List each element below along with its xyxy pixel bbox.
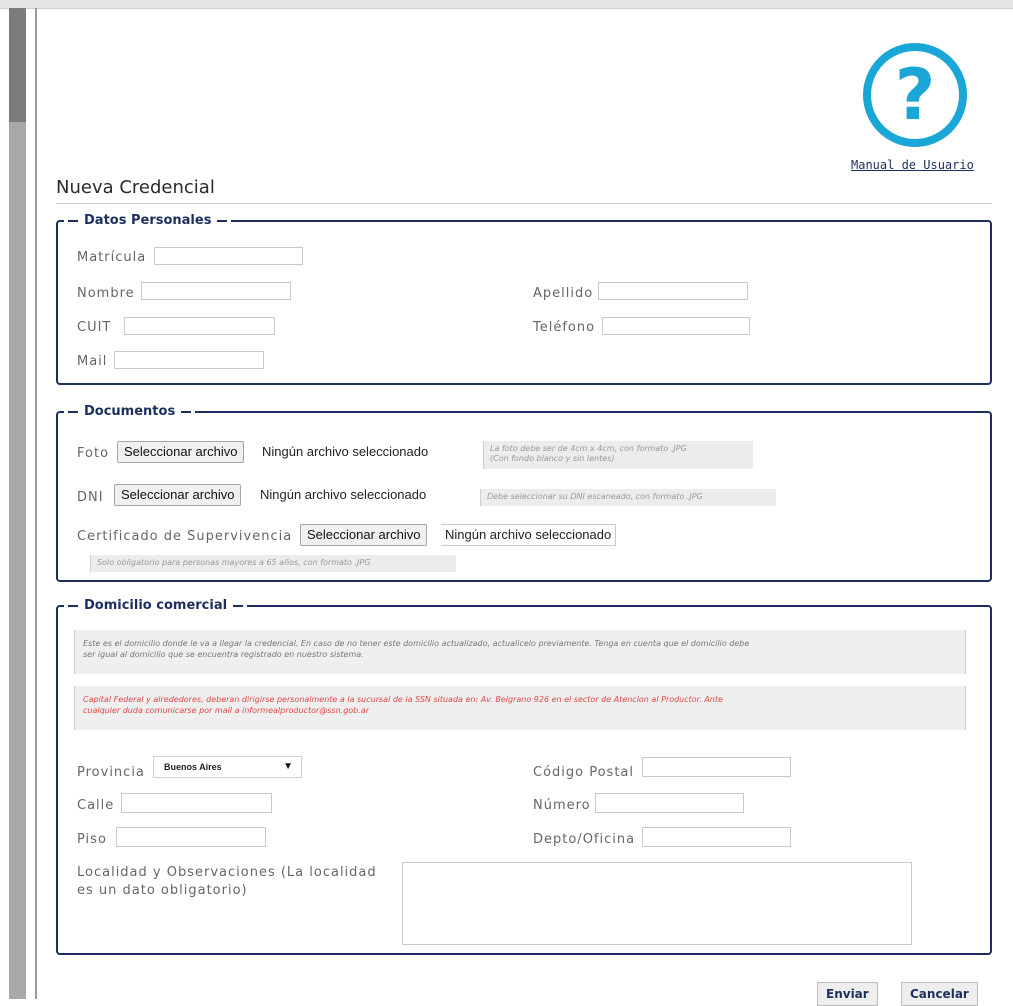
datos-personales-legend: Datos Personales xyxy=(84,213,212,228)
codigo-postal-label: Código Postal xyxy=(533,765,635,780)
numero-input[interactable] xyxy=(595,793,744,813)
nombre-label: Nombre xyxy=(77,286,135,301)
piso-label: Piso xyxy=(77,832,107,847)
enviar-button[interactable]: Enviar xyxy=(817,982,878,1006)
localidad-label: Localidad y Observaciones (La localidad … xyxy=(77,864,377,900)
cuit-input[interactable] xyxy=(124,317,275,335)
certificado-note: Solo obligatorio para personas mayores a… xyxy=(90,555,456,572)
numero-label: Número xyxy=(533,798,591,813)
codigo-postal-input[interactable] xyxy=(642,757,791,777)
localidad-label-line1: Localidad y Observaciones (La localidad xyxy=(77,865,377,880)
localidad-textarea[interactable] xyxy=(402,862,912,945)
title-divider xyxy=(56,203,992,204)
certificado-select-file-button[interactable]: Seleccionar archivo xyxy=(300,524,428,546)
foto-note: La foto debe ser de 4cm x 4cm, con forma… xyxy=(483,441,753,469)
left-scrollbar[interactable] xyxy=(9,8,26,999)
foto-file-status: Ningún archivo seleccionado xyxy=(262,444,429,459)
depto-label: Depto/Oficina xyxy=(533,832,636,847)
calle-input[interactable] xyxy=(121,793,272,813)
dni-label: DNI xyxy=(77,490,104,505)
provincia-selected-value: Buenos Aires xyxy=(164,762,222,772)
cancelar-button[interactable]: Cancelar xyxy=(901,982,978,1006)
domicilio-info-box: Este es el domicilio donde le va a llega… xyxy=(74,630,966,674)
domicilio-info-line2: ser igual al domicilio que se encuentra … xyxy=(83,650,364,659)
documentos-legend: Documentos xyxy=(84,404,176,419)
depto-input[interactable] xyxy=(642,827,791,847)
provincia-select[interactable]: Buenos Aires ▼ xyxy=(153,756,302,778)
apellido-input[interactable] xyxy=(598,282,748,300)
matricula-input[interactable] xyxy=(154,247,303,265)
telefono-input[interactable] xyxy=(602,317,750,335)
foto-label: Foto xyxy=(77,446,110,461)
piso-input[interactable] xyxy=(116,827,266,847)
calle-label: Calle xyxy=(77,798,115,813)
domicilio-warning-box: Capital Federal y alrededores, deberan d… xyxy=(74,686,966,730)
certificado-file-status: Ningún archivo seleccionado xyxy=(441,524,617,546)
left-border-line xyxy=(35,8,37,999)
question-mark-glyph: ? xyxy=(894,54,936,136)
scrollbar-thumb[interactable] xyxy=(9,8,26,122)
domicilio-info-line1: Este es el domicilio donde le va a llega… xyxy=(83,639,750,648)
domicilio-legend: Domicilio comercial xyxy=(84,598,228,613)
foto-select-file-button[interactable]: Seleccionar archivo xyxy=(117,441,245,463)
foto-note-line1: La foto debe ser de 4cm x 4cm, con forma… xyxy=(490,444,687,453)
nombre-input[interactable] xyxy=(141,282,291,300)
mail-input[interactable] xyxy=(114,351,264,369)
dni-select-file-button[interactable]: Seleccionar archivo xyxy=(114,484,242,506)
section-legend: Domicilio comercial xyxy=(64,598,247,613)
cuit-label: CUIT xyxy=(77,320,112,335)
dni-file-status: Ningún archivo seleccionado xyxy=(260,487,427,502)
section-legend: Datos Personales xyxy=(64,213,231,228)
help-icon[interactable]: ? xyxy=(863,43,967,147)
user-manual-link[interactable]: Manual de Usuario xyxy=(851,158,974,172)
telefono-label: Teléfono xyxy=(533,320,596,335)
dni-note: Debe seleccionar su DNI escaneado, con f… xyxy=(480,489,776,506)
mail-label: Mail xyxy=(77,354,108,369)
domicilio-warning-line1: Capital Federal y alrededores, deberan d… xyxy=(83,695,723,704)
page-title: Nueva Credencial xyxy=(56,177,215,198)
dropdown-arrow-icon: ▼ xyxy=(283,761,293,772)
foto-note-line2: (Con fondo blanco y sin lentes) xyxy=(490,454,615,463)
localidad-label-line2: es un dato obligatorio) xyxy=(77,883,248,898)
matricula-label: Matrícula xyxy=(77,250,147,265)
domicilio-warning-line2: cualquier duda comunicarse por mail a in… xyxy=(83,706,369,715)
provincia-label: Provincia xyxy=(77,765,145,780)
window-top-border xyxy=(0,0,1013,9)
section-legend: Documentos xyxy=(64,404,195,419)
apellido-label: Apellido xyxy=(533,286,594,301)
certificado-label: Certificado de Supervivencia xyxy=(77,529,293,544)
